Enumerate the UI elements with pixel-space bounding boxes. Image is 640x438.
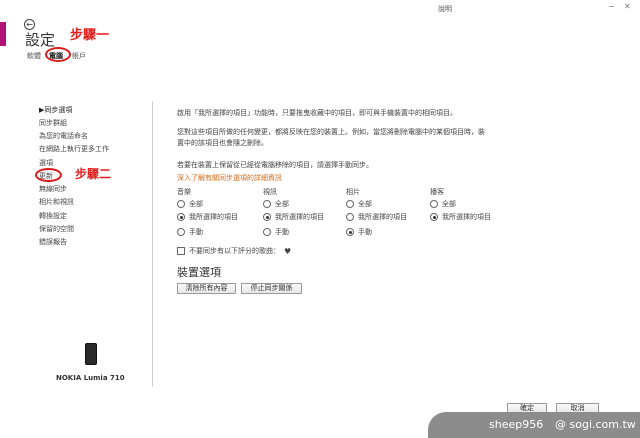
device-name: NOKIA Lumia 710 [56,374,125,382]
phone-icon [85,343,97,365]
watermark-site: @ sogi.com.tw [555,418,636,431]
skip-rated-songs-checkbox[interactable]: 不要同步有以下評分的歌曲： ♥ [177,246,291,256]
radio-checked-icon[interactable] [263,213,271,221]
heart-rating-icon[interactable]: ♥ [284,247,291,256]
sidebar-item-name-phone[interactable]: 為您的電話命名 [39,131,88,141]
music-option-selected[interactable]: 我所選擇的項目 [177,212,238,222]
video-option-selected[interactable]: 我所選擇的項目 [263,212,324,222]
erase-all-button[interactable]: 清除所有內容 [177,283,236,294]
photos-option-all[interactable]: 全部 [346,199,372,209]
radio-icon[interactable] [263,200,271,208]
video-option-all[interactable]: 全部 [263,199,289,209]
radio-checked-icon[interactable] [346,228,354,236]
video-header: 視訊 [263,188,277,196]
photos-option-manual[interactable]: 手動 [346,227,372,237]
minimize-icon[interactable]: − [608,3,615,11]
sidebar-item-wireless-sync[interactable]: 無線同步 [39,184,67,194]
window-title: 說明 [438,5,452,13]
step1-annotation: 步驟一 [70,28,110,43]
sidebar-item-photos-videos[interactable]: 相片和視訊 [39,197,74,207]
desc-line-4: 若要在裝置上保留從已經從電腦移除的項目，請選擇手動同步。 [177,161,373,169]
sidebar-item-conversion[interactable]: 轉換設定 [39,211,67,221]
checkbox-icon[interactable] [177,247,185,255]
music-header: 音樂 [177,188,191,196]
radio-icon[interactable] [263,228,271,236]
device-options-title: 裝置選項 [177,266,221,279]
step2-annotation: 步驟二 [75,167,112,181]
learn-more-link[interactable]: 深入了解有關同步選項的詳細資訊 [177,173,282,183]
sidebar-item-error-reporting[interactable]: 錯誤報告 [39,237,67,247]
radio-icon[interactable] [346,200,354,208]
tab-account[interactable]: 帳戶 [72,51,86,61]
sidebar-item-sync-groups[interactable]: 同步群組 [39,118,67,128]
sidebar-item-reserved-space[interactable]: 保留的空間 [39,224,74,234]
video-option-manual[interactable]: 手動 [263,227,289,237]
radio-icon[interactable] [430,200,438,208]
sidebar-item-options[interactable]: 選項 [39,158,53,168]
podcasts-header: 播客 [430,188,444,196]
desc-line-2: 您對這些項目所做的任何變更，都將反映在您的裝置上。例如，當您將刪除電腦中的某個項… [177,128,485,136]
radio-checked-icon[interactable] [177,213,185,221]
stop-sync-button[interactable]: 停止同步關係 [241,283,302,294]
photos-option-selected[interactable]: 我所選擇的項目 [346,212,407,222]
radio-icon[interactable] [177,228,185,236]
tab-highlight-ring [45,47,71,62]
desc-line-3: 置中的該項目也會隨之刪除。 [177,139,268,147]
photos-header: 相片 [346,188,360,196]
close-icon[interactable]: ✕ [624,3,631,11]
radio-icon[interactable] [346,213,354,221]
brand-accent-bar [0,22,6,46]
radio-icon[interactable] [177,200,185,208]
divider [152,101,153,387]
sidebar-item-web[interactable]: 在網路上執行更多工作 [39,144,109,154]
desc-line-1: 啟用「我所選擇的項目」功能時，只要拖曳收藏中的項目，即可與手機裝置中的相同項目。 [177,109,457,117]
sidebar-item-sync-options[interactable]: ▶同步選項 [39,105,72,115]
window-titlebar: 說明 − ✕ [0,0,640,16]
music-option-manual[interactable]: 手動 [177,227,203,237]
podcasts-option-all[interactable]: 全部 [430,199,456,209]
podcasts-option-selected[interactable]: 我所選擇的項目 [430,212,491,222]
update-highlight-ring [35,168,62,182]
music-option-all[interactable]: 全部 [177,199,203,209]
page-title: 設定 [25,31,56,49]
tab-software[interactable]: 軟體 [27,51,41,61]
radio-checked-icon[interactable] [430,213,438,221]
watermark-user: sheep956 [489,418,544,431]
